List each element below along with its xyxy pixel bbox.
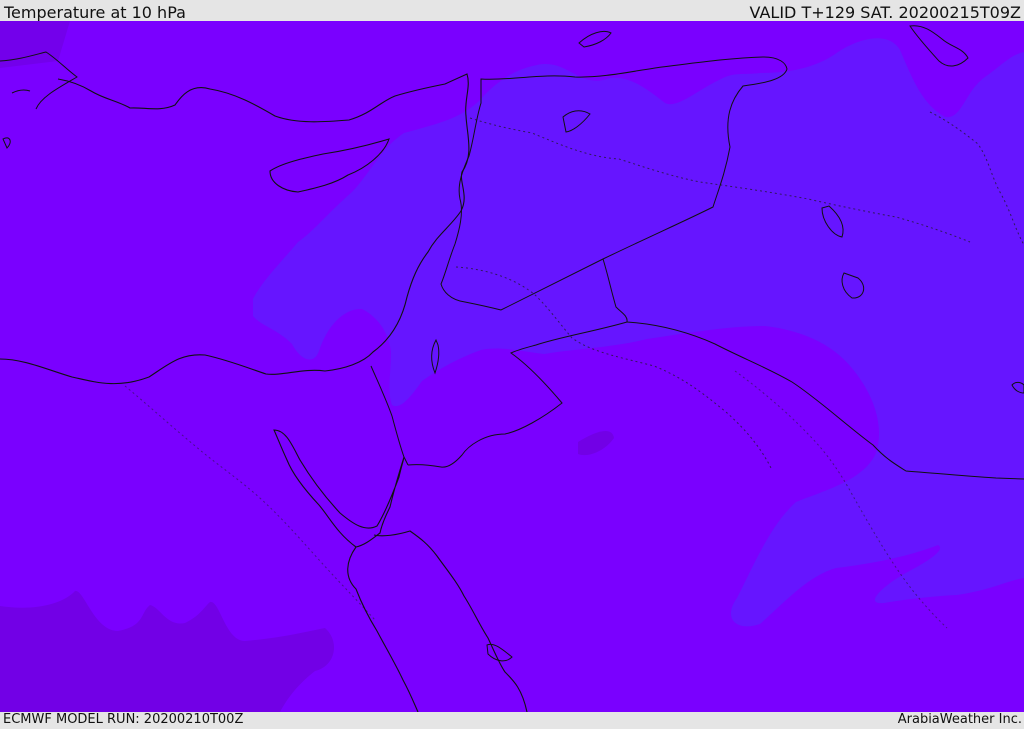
model-run: ECMWF MODEL RUN: 20200210T00Z — [3, 712, 244, 727]
map-title: Temperature at 10 hPa — [4, 3, 186, 22]
temperature-map — [0, 21, 1024, 712]
weather-map-frame: Temperature at 10 hPa VALID T+129 SAT. 2… — [0, 0, 1024, 729]
footer-bar: ECMWF MODEL RUN: 20200210T00Z ArabiaWeat… — [0, 712, 1024, 729]
credit-text: ArabiaWeather Inc. — [897, 712, 1022, 727]
map-canvas — [0, 21, 1024, 712]
header-bar: Temperature at 10 hPa VALID T+129 SAT. 2… — [0, 0, 1024, 22]
valid-time: VALID T+129 SAT. 20200215T09Z — [749, 3, 1021, 22]
